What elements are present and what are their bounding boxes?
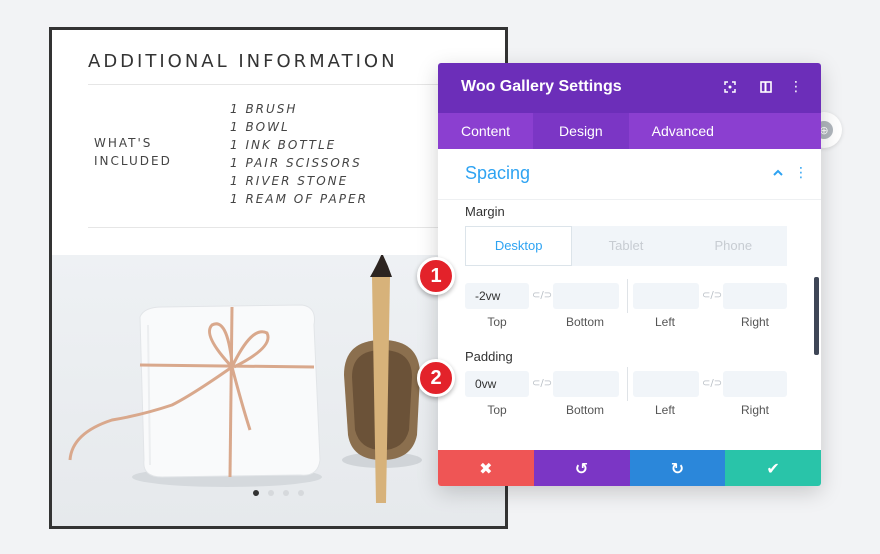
included-label-line2: INCLUDED (94, 154, 172, 168)
padding-top-label: Top (487, 403, 507, 417)
included-item: 1 PAIR SCISSORS (230, 156, 362, 170)
included-label-line1: WHAT'S (94, 136, 153, 150)
padding-label: Padding (465, 349, 513, 364)
settings-tabs: Content Design Advanced (438, 113, 821, 149)
margin-left-label: Left (654, 315, 675, 329)
modal-body: Spacing ⋮ Margin Desktop Tablet Phone -2… (438, 149, 821, 450)
annotation-marker-2: 2 (417, 359, 455, 397)
carousel-dot[interactable] (268, 490, 274, 496)
close-icon: ✖ (479, 458, 493, 478)
additional-information-title: ADDITIONAL INFORMATION (88, 51, 398, 72)
checkmark-icon: ✔ (766, 458, 780, 478)
margin-divider (627, 279, 628, 313)
split-view-icon[interactable] (756, 77, 776, 97)
redo-button[interactable]: ↻ (629, 450, 726, 486)
margin-top-input[interactable]: -2vw (465, 283, 529, 309)
device-tab-phone[interactable]: Phone (679, 226, 787, 266)
modal-header[interactable]: Woo Gallery Settings ⋮ (438, 63, 821, 113)
tab-content[interactable]: Content (438, 113, 533, 149)
margin-bottom-label: Bottom (565, 315, 604, 329)
margin-top-label: Top (487, 315, 507, 329)
annotation-marker-1: 1 (417, 257, 455, 295)
section-more-icon[interactable]: ⋮ (794, 165, 808, 181)
chevron-up-icon[interactable] (772, 167, 784, 179)
included-item: 1 INK BOTTLE (230, 138, 337, 152)
tab-advanced[interactable]: Advanced (629, 113, 737, 149)
margin-bottom-input[interactable] (553, 283, 619, 309)
margin-left-input[interactable] (633, 283, 699, 309)
undo-button[interactable]: ↺ (533, 450, 630, 486)
device-tab-desktop[interactable]: Desktop (465, 226, 573, 266)
padding-left-input[interactable] (633, 371, 699, 397)
whats-included-label: WHAT'S INCLUDED (94, 134, 172, 170)
padding-link-icon-2[interactable]: ⊂/⊃ (702, 378, 722, 389)
carousel-dots (253, 490, 304, 496)
padding-divider (627, 367, 628, 401)
padding-top-input[interactable]: 0vw (465, 371, 529, 397)
included-items-list: 1 BRUSH 1 BOWL 1 INK BOTTLE 1 PAIR SCISS… (230, 100, 368, 208)
included-item: 1 RIVER STONE (230, 174, 349, 188)
padding-right-input[interactable] (723, 371, 787, 397)
padding-link-icon[interactable]: ⊂/⊃ (532, 378, 552, 389)
fullscreen-icon[interactable] (720, 77, 740, 97)
carousel-dot-active[interactable] (253, 490, 259, 496)
padding-right-label: Right (740, 403, 769, 417)
included-item: 1 BRUSH (230, 102, 298, 116)
margin-label: Margin (465, 204, 505, 219)
padding-bottom-input[interactable] (553, 371, 619, 397)
spacing-section-header[interactable]: Spacing ⋮ (438, 149, 821, 200)
redo-icon: ↻ (670, 458, 685, 478)
cancel-button[interactable]: ✖ (438, 450, 534, 486)
included-item: 1 REAM OF PAPER (230, 192, 368, 206)
tab-design[interactable]: Design (533, 113, 629, 149)
modal-title: Woo Gallery Settings (461, 78, 622, 95)
more-vertical-icon[interactable]: ⋮ (786, 77, 806, 97)
save-button[interactable]: ✔ (725, 450, 821, 486)
included-item: 1 BOWL (230, 120, 290, 134)
carousel-dot[interactable] (283, 490, 289, 496)
device-tab-tablet[interactable]: Tablet (572, 226, 680, 266)
modal-footer: ✖ ↺ ↻ ✔ (438, 450, 821, 486)
modal-scrollbar[interactable] (814, 277, 819, 355)
woo-gallery-settings-modal: Woo Gallery Settings ⋮ Content Design Ad… (438, 63, 821, 486)
padding-left-label: Left (654, 403, 675, 417)
spacing-section-title: Spacing (465, 163, 531, 183)
device-tabs: Desktop Tablet Phone (465, 226, 787, 266)
padding-bottom-label: Bottom (565, 403, 604, 417)
undo-icon: ↺ (574, 458, 589, 478)
margin-link-icon[interactable]: ⊂/⊃ (532, 290, 552, 301)
margin-link-icon-2[interactable]: ⊂/⊃ (702, 290, 722, 301)
margin-right-input[interactable] (723, 283, 787, 309)
margin-right-label: Right (740, 315, 769, 329)
carousel-dot[interactable] (298, 490, 304, 496)
